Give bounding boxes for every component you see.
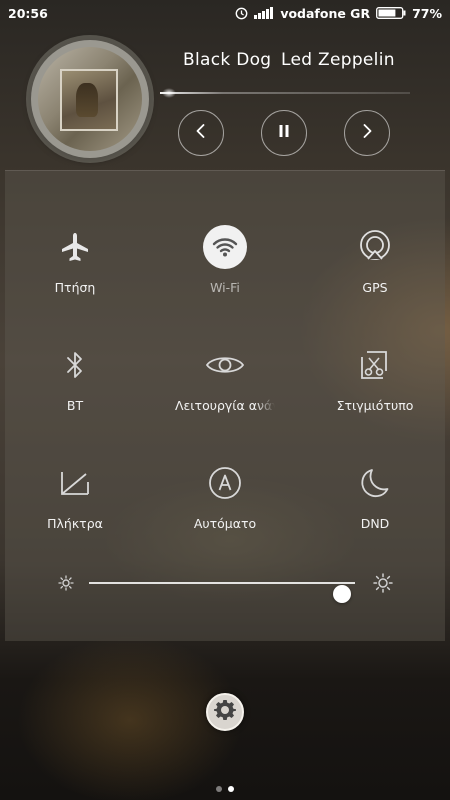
next-icon bbox=[360, 123, 374, 143]
carrier-name: vodafone GR bbox=[280, 5, 371, 21]
airplane-icon bbox=[53, 225, 97, 269]
bluetooth-icon bbox=[53, 343, 97, 387]
battery-percent: 77% bbox=[412, 5, 442, 21]
next-button[interactable] bbox=[344, 110, 390, 156]
tile-buttons[interactable]: Πλήκτρα bbox=[5, 461, 145, 541]
brightness-slider-thumb[interactable] bbox=[332, 585, 351, 603]
album-cover[interactable] bbox=[31, 40, 149, 158]
track-title: Black Dog bbox=[183, 50, 272, 70]
tile-screenshot[interactable]: Στιγμιότυπο bbox=[305, 343, 445, 423]
gps-icon bbox=[353, 225, 397, 269]
pause-button[interactable] bbox=[261, 110, 307, 156]
brightness-low-icon bbox=[58, 575, 74, 595]
track-artist: Led Zeppelin bbox=[281, 50, 395, 70]
tile-label: Αυτόματο bbox=[193, 516, 257, 531]
tile-dnd[interactable]: DND bbox=[305, 461, 445, 541]
alarm-icon bbox=[235, 7, 248, 20]
tile-airplane-mode[interactable]: Πτήση bbox=[5, 225, 145, 305]
tile-auto-brightness[interactable]: Αυτόματο bbox=[155, 461, 295, 541]
page-dot[interactable] bbox=[228, 786, 234, 792]
status-icons: vodafone GR 77% bbox=[235, 6, 442, 21]
tile-gps[interactable]: GPS bbox=[305, 225, 445, 305]
music-player: Black Dog Led Zeppelin bbox=[0, 26, 450, 170]
battery-icon bbox=[376, 7, 406, 19]
signal-icon bbox=[254, 7, 274, 19]
tile-label: BT bbox=[66, 398, 84, 413]
tile-bluetooth[interactable]: BT bbox=[5, 343, 145, 423]
wifi-icon bbox=[203, 225, 247, 269]
previous-button[interactable] bbox=[178, 110, 224, 156]
album-art-image bbox=[38, 47, 142, 151]
playback-progress-line bbox=[160, 92, 410, 94]
screenshot-icon bbox=[353, 343, 397, 387]
tile-label: Λειτουργία ανάγνωσης bbox=[175, 398, 275, 413]
playback-progress-indicator bbox=[162, 88, 176, 98]
settings-button[interactable] bbox=[206, 693, 244, 731]
brightness-slider[interactable] bbox=[89, 582, 355, 603]
tile-label: Πτήση bbox=[54, 280, 96, 295]
eye-icon bbox=[203, 343, 247, 387]
auto-brightness-icon bbox=[203, 461, 247, 505]
gear-icon bbox=[214, 699, 236, 725]
moon-icon bbox=[353, 461, 397, 505]
page-indicator bbox=[0, 786, 450, 794]
brightness-high-icon bbox=[373, 573, 393, 597]
page-dot[interactable] bbox=[216, 786, 222, 792]
keys-icon bbox=[53, 461, 97, 505]
quick-settings-panel: Πτήση Wi-Fi GPS BT Λειτουργία ανά Στιγμι… bbox=[5, 170, 445, 641]
tile-label: Στιγμιότυπο bbox=[336, 398, 414, 413]
tile-label: DND bbox=[360, 516, 390, 531]
brightness-control bbox=[5, 571, 445, 603]
tile-wifi[interactable]: Wi-Fi bbox=[155, 225, 295, 305]
pause-icon bbox=[277, 123, 291, 143]
tile-label: GPS bbox=[362, 280, 388, 295]
tile-label: Πλήκτρα bbox=[47, 516, 103, 531]
status-bar: 20:56 vodafone GR 77% bbox=[0, 0, 450, 26]
tile-label: Wi-Fi bbox=[210, 280, 240, 295]
tile-reading-mode[interactable]: Λειτουργία ανάγνωσης bbox=[155, 343, 295, 423]
previous-icon bbox=[194, 123, 208, 143]
clock: 20:56 bbox=[8, 5, 48, 21]
